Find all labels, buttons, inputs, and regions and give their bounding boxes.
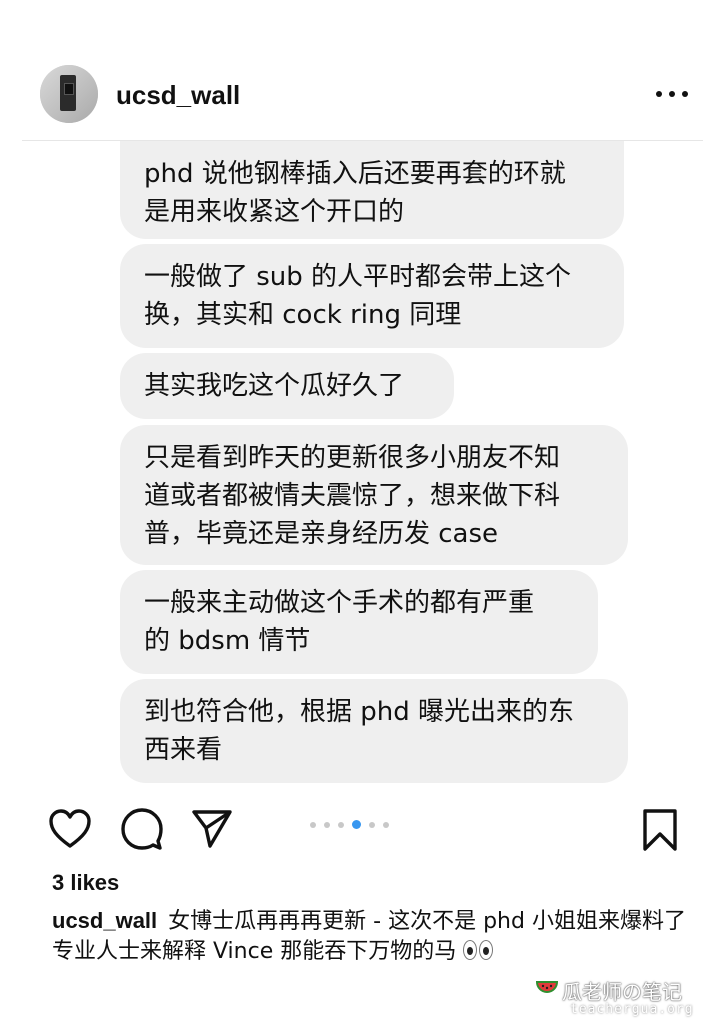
carousel-dot-active xyxy=(352,820,361,829)
message-bubble: 其实我吃这个瓜好久了 xyxy=(120,353,454,419)
carousel-dot xyxy=(338,821,344,828)
post-username[interactable]: ucsd_wall xyxy=(116,80,240,111)
carousel-dot xyxy=(383,821,389,828)
watermelon-icon xyxy=(536,981,558,993)
comment-icon[interactable] xyxy=(120,807,164,851)
watermark-url: teachergua.org xyxy=(570,1002,694,1017)
avatar-device-image xyxy=(60,75,76,111)
post-header: ucsd_wall xyxy=(0,0,725,140)
likes-count[interactable]: 3 likes xyxy=(52,870,119,896)
post-actions-bar xyxy=(0,800,725,860)
carousel-dot xyxy=(310,821,316,828)
message-bubble: phd 说他钢棒插入后还要再套的环就 是用来收紧这个开口的 xyxy=(120,141,624,239)
avatar[interactable] xyxy=(40,65,98,123)
more-dot xyxy=(656,91,662,97)
message-bubble: 一般做了 sub 的人平时都会带上这个 换，其实和 cock ring 同理 xyxy=(120,244,624,348)
more-options-icon[interactable] xyxy=(656,84,688,104)
post-caption: ucsd_wall 女博士瓜再再再更新 - 这次不是 phd 小姐姐来爆料了 专… xyxy=(52,906,692,967)
bookmark-icon[interactable] xyxy=(640,808,680,852)
watermark-text: 瓜老师の笔记 xyxy=(562,980,682,1004)
carousel-dot xyxy=(324,821,330,828)
more-dot xyxy=(682,91,688,97)
watermark: 瓜老师の笔记 teachergua.org xyxy=(536,976,716,1020)
eyes-emoji-icon xyxy=(463,939,495,961)
message-bubble: 一般来主动做这个手术的都有严重 的 bdsm 情节 xyxy=(120,570,598,674)
heart-icon[interactable] xyxy=(48,808,92,850)
carousel-indicator xyxy=(310,820,389,829)
send-icon[interactable] xyxy=(190,808,234,850)
carousel-dot xyxy=(369,821,375,828)
message-bubble: 到也符合他，根据 phd 曝光出来的东 西来看 xyxy=(120,679,628,783)
caption-username[interactable]: ucsd_wall xyxy=(52,908,157,933)
message-bubble: 只是看到昨天的更新很多小朋友不知 道或者都被情夫震惊了，想来做下科 普，毕竟还是… xyxy=(120,425,628,565)
more-dot xyxy=(669,91,675,97)
